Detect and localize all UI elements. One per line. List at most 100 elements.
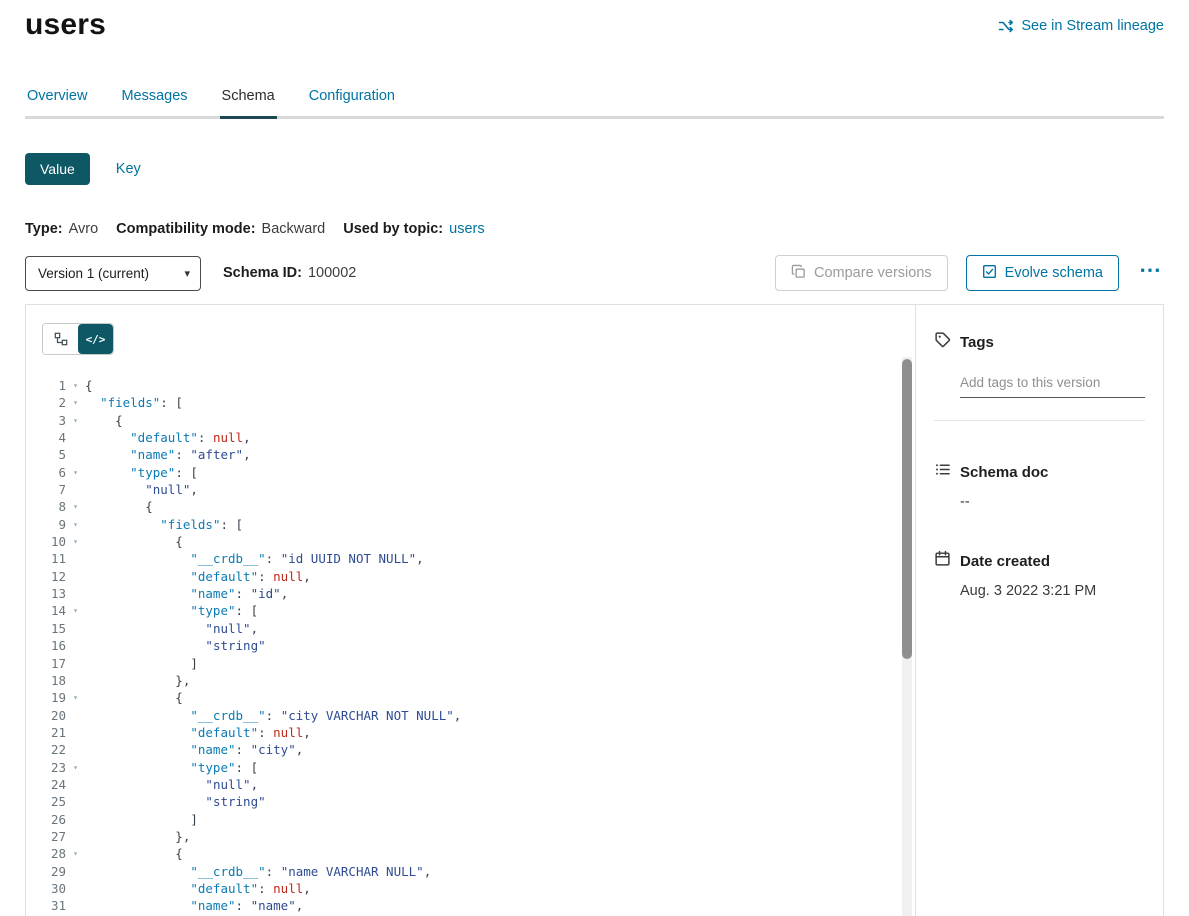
date-created-section: Date created Aug. 3 2022 3:21 PM [934,550,1145,599]
fold-spacer [66,811,85,828]
line-number: 27 [26,828,66,845]
code-line: 31 "name": "name", [26,897,915,914]
code-text: "default": null, [85,880,311,897]
page: users See in Stream lineage Overview Mes… [0,0,1189,916]
compatibility-value: Backward [262,221,326,237]
code-line: 21 "default": null, [26,724,915,741]
line-number: 3 [26,412,66,429]
schema-panel: </> 1▾{2▾ "fields": [3▾ {4 "default": nu… [25,304,1164,916]
schema-id-label: Schema ID: [223,265,302,281]
code-line: 15 "null", [26,620,915,637]
key-toggle-button[interactable]: Key [116,161,141,177]
code-text: "null", [85,776,258,793]
fold-spacer [66,863,85,880]
tab-schema[interactable]: Schema [220,82,277,119]
fold-spacer [66,724,85,741]
code-line: 25 "string" [26,793,915,810]
editor-view-toggle: </> [42,323,114,355]
evolve-schema-button[interactable]: Evolve schema [966,255,1119,291]
code-line: 5 "name": "after", [26,446,915,463]
schema-doc-section: Schema doc -- [934,461,1145,510]
topic-link[interactable]: users [449,221,484,237]
fold-toggle-icon[interactable]: ▾ [66,498,85,515]
line-number: 8 [26,498,66,515]
sidebar-divider [934,420,1145,421]
add-tags-input[interactable] [960,371,1145,398]
code-line: 28▾ { [26,845,915,862]
scrollbar-track[interactable] [902,357,912,916]
code-line: 6▾ "type": [ [26,464,915,481]
line-number: 23 [26,759,66,776]
fold-spacer [66,828,85,845]
date-created-value: Aug. 3 2022 3:21 PM [960,583,1145,599]
version-select[interactable]: Version 1 (current) ▾ [25,256,201,291]
code-line: 14▾ "type": [ [26,602,915,619]
fold-toggle-icon[interactable]: ▾ [66,759,85,776]
line-number: 22 [26,741,66,758]
value-toggle-button[interactable]: Value [25,153,90,185]
code-line: 4 "default": null, [26,429,915,446]
scrollbar-thumb[interactable] [902,359,912,659]
code-view-button[interactable]: </> [78,324,113,354]
code-text: "default": null, [85,724,311,741]
line-number: 5 [26,446,66,463]
fold-toggle-icon[interactable]: ▾ [66,412,85,429]
fold-spacer [66,481,85,498]
code-text: { [85,533,183,550]
compare-versions-button[interactable]: Compare versions [775,255,948,291]
stream-lineage-label: See in Stream lineage [1021,18,1164,34]
code-text: }, [85,828,190,845]
line-number: 29 [26,863,66,880]
schema-doc-value: -- [960,494,1145,510]
code-text: { [85,412,123,429]
stream-lineage-link[interactable]: See in Stream lineage [998,18,1164,34]
code-line: 22 "name": "city", [26,741,915,758]
fold-spacer [66,585,85,602]
fold-toggle-icon[interactable]: ▾ [66,464,85,481]
code-text: "default": null, [85,429,251,446]
code-line: 23▾ "type": [ [26,759,915,776]
code-text: "name": "after", [85,446,251,463]
tags-title: Tags [960,334,994,351]
page-header: users See in Stream lineage [25,0,1164,42]
line-number: 11 [26,550,66,567]
schema-toolbar: Version 1 (current) ▾ Schema ID: 100002 … [25,255,1164,291]
chevron-down-icon: ▾ [184,267,190,280]
line-number: 6 [26,464,66,481]
code-line: 10▾ { [26,533,915,550]
tab-configuration[interactable]: Configuration [307,82,397,119]
code-text: "null", [85,481,198,498]
fold-toggle-icon[interactable]: ▾ [66,377,85,394]
more-options-button[interactable]: ⋯ [1137,257,1164,289]
fold-toggle-icon[interactable]: ▾ [66,516,85,533]
code-line: 12 "default": null, [26,568,915,585]
line-number: 12 [26,568,66,585]
fold-spacer [66,880,85,897]
fold-toggle-icon[interactable]: ▾ [66,533,85,550]
fold-spacer [66,776,85,793]
fold-toggle-icon[interactable]: ▾ [66,845,85,862]
fold-toggle-icon[interactable]: ▾ [66,394,85,411]
code-line: 29 "__crdb__": "name VARCHAR NULL", [26,863,915,880]
tree-view-button[interactable] [43,324,78,354]
compatibility-label: Compatibility mode: [116,221,255,237]
tab-overview[interactable]: Overview [25,82,89,119]
fold-spacer [66,707,85,724]
line-number: 2 [26,394,66,411]
line-number: 26 [26,811,66,828]
code-line: 3▾ { [26,412,915,429]
code-text: { [85,689,183,706]
compare-versions-label: Compare versions [814,265,932,281]
code-line: 9▾ "fields": [ [26,516,915,533]
fold-spacer [66,550,85,567]
fold-toggle-icon[interactable]: ▾ [66,602,85,619]
tags-section-header: Tags [934,331,1145,353]
fold-spacer [66,793,85,810]
code-text: "type": [ [85,602,258,619]
tab-messages[interactable]: Messages [119,82,189,119]
code-line: 16 "string" [26,637,915,654]
fold-spacer [66,672,85,689]
code-line: 20 "__crdb__": "city VARCHAR NOT NULL", [26,707,915,724]
line-number: 13 [26,585,66,602]
fold-toggle-icon[interactable]: ▾ [66,689,85,706]
